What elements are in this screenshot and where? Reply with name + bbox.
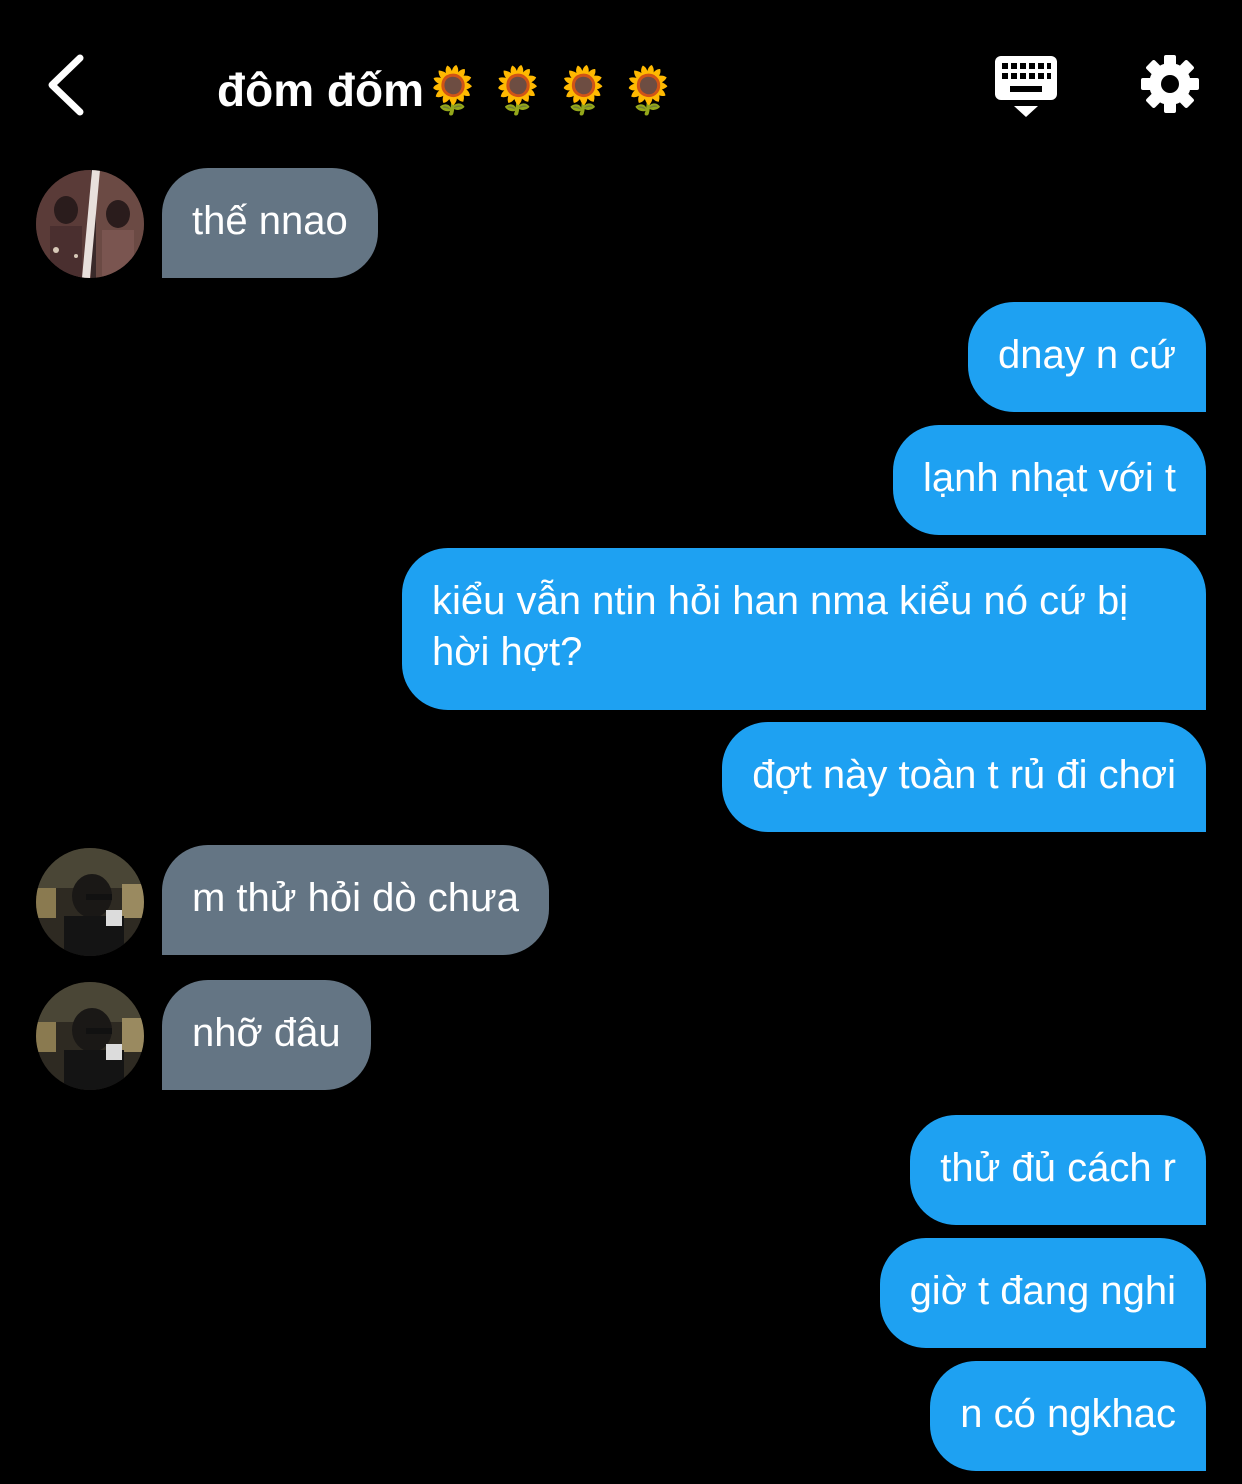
conversation-title[interactable]: đôm đốm🌻🌻🌻🌻 [217, 60, 685, 120]
message-text: thử đủ cách r [940, 1146, 1176, 1190]
sunflower-emoji: 🌻🌻🌻🌻 [423, 64, 686, 116]
message-text: giờ t đang nghi [909, 1269, 1176, 1313]
message-text: lạnh nhạt với t [922, 456, 1176, 500]
message-text: dnay n cứ [998, 333, 1176, 377]
message-text: đợt này toàn t rủ đi chơi [752, 753, 1176, 797]
message-bubble-incoming[interactable]: nhỡ đâu [162, 980, 371, 1090]
settings-button[interactable] [1138, 52, 1202, 116]
title-text: đôm đốm [217, 64, 424, 116]
keyboard-toggle-button[interactable] [992, 54, 1060, 120]
message-bubble-outgoing[interactable]: kiểu vẫn ntin hỏi han nma kiểu nó cứ bị … [402, 548, 1206, 710]
message-text: thế nnao [192, 199, 348, 243]
message-text: kiểu vẫn ntin hỏi han nma kiểu nó cứ bị … [432, 579, 1129, 674]
message-bubble-outgoing[interactable]: n có ngkhac [930, 1361, 1206, 1471]
contact-photo-b [36, 848, 144, 956]
message-bubble-outgoing[interactable]: giờ t đang nghi [879, 1238, 1206, 1348]
message-text: n có ngkhac [960, 1392, 1176, 1436]
gear-icon [1141, 55, 1199, 113]
keyboard-hide-icon [995, 56, 1057, 117]
avatar[interactable] [36, 848, 144, 956]
message-text: m thử hỏi dò chưa [192, 876, 520, 920]
back-button[interactable] [40, 50, 100, 120]
message-bubble-outgoing[interactable]: lạnh nhạt với t [892, 425, 1206, 535]
contact-photo-b [36, 982, 144, 1090]
message-text: nhỡ đâu [192, 1011, 341, 1055]
message-bubble-outgoing[interactable]: đợt này toàn t rủ đi chơi [722, 722, 1206, 832]
message-bubble-incoming[interactable]: thế nnao [162, 168, 378, 278]
avatar[interactable] [36, 170, 144, 278]
message-bubble-outgoing[interactable]: dnay n cứ [968, 302, 1206, 412]
chevron-left-icon [48, 54, 84, 116]
avatar[interactable] [36, 982, 144, 1090]
contact-photo-a [36, 170, 144, 278]
conversation-header: đôm đốm🌻🌻🌻🌻 [0, 0, 1242, 160]
message-bubble-outgoing[interactable]: thử đủ cách r [910, 1115, 1206, 1225]
message-bubble-incoming[interactable]: m thử hỏi dò chưa [162, 845, 550, 955]
